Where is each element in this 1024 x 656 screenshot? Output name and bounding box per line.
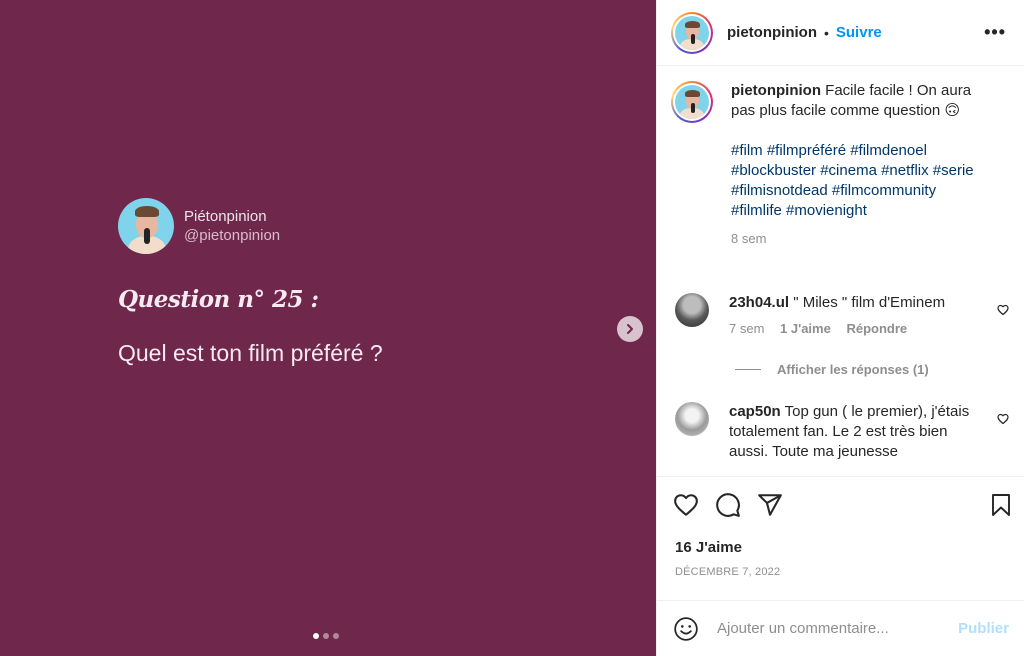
caption-hashtags[interactable]: #film #filmpréféré #filmdenoel #blockbus… [731,141,989,221]
slide-question-title: Question n° 25 : [118,286,319,313]
commenter-avatar[interactable] [675,402,709,436]
comment-item: 23h04.ul " Miles " film d'Eminem 7 sem 1… [675,293,1015,339]
caption-time[interactable]: 8 sem [731,229,989,249]
emoji-icon[interactable] [673,616,699,642]
caption-avatar[interactable] [671,81,713,123]
comment-username[interactable]: cap50n [729,403,781,420]
slide-author: Piétonpinion @pietonpinion [118,198,280,254]
comment-input[interactable] [717,620,937,637]
more-options-button[interactable]: ••• [984,22,1006,43]
post-header: pietonpinion • Suivre ••• [657,0,1024,66]
post-media[interactable]: Piétonpinion @pietonpinion Question n° 2… [0,0,656,656]
slide-author-handle: @pietonpinion [184,227,281,244]
comments-section[interactable]: pietonpinion Facile facile ! On aura pas… [657,67,1024,477]
show-replies-label: Afficher les réponses (1) [777,362,929,377]
carousel-indicator [313,633,339,639]
comment-item: cap50n Top gun ( le premier), j'étais to… [675,402,1015,462]
slide-author-name: Piétonpinion [184,208,267,225]
like-heart-icon[interactable] [673,492,699,518]
show-replies-button[interactable]: Afficher les réponses (1) [735,362,929,377]
publish-button[interactable]: Publier [958,620,1009,637]
comment-like-icon[interactable] [997,412,1009,430]
comment-likes[interactable]: 1 J'aime [780,321,831,336]
post-actions [673,490,1013,520]
commenter-avatar[interactable] [675,293,709,327]
post-sidebar: pietonpinion • Suivre ••• pietonpinion F… [656,0,1024,656]
comment-text: " Miles " film d'Eminem [793,294,946,311]
caption-username[interactable]: pietonpinion [731,82,821,99]
bookmark-icon[interactable] [989,492,1013,518]
follow-button[interactable]: Suivre [836,24,882,41]
header-avatar[interactable] [671,11,713,54]
share-send-icon[interactable] [757,492,783,518]
header-separator: • [823,24,829,41]
add-comment-bar: Publier [657,600,1024,656]
chevron-right-icon [627,324,633,334]
author-avatar [118,198,174,254]
post-date[interactable]: DÉCEMBRE 7, 2022 [675,566,780,578]
comment-username[interactable]: 23h04.ul [729,294,789,311]
comment-time[interactable]: 7 sem [729,321,764,336]
comment-bubble-icon[interactable] [715,492,741,518]
reply-button[interactable]: Répondre [846,321,907,336]
post-caption: pietonpinion Facile facile ! On aura pas… [671,81,1011,249]
comment-like-icon[interactable] [997,303,1009,321]
slide-question-text: Quel est ton film préféré ? [118,340,383,366]
carousel-dot [323,633,329,639]
carousel-dot [313,633,319,639]
carousel-next-button[interactable] [617,316,643,342]
likes-count[interactable]: 16 J'aime [675,539,742,556]
carousel-dot [333,633,339,639]
header-username[interactable]: pietonpinion [727,24,817,41]
